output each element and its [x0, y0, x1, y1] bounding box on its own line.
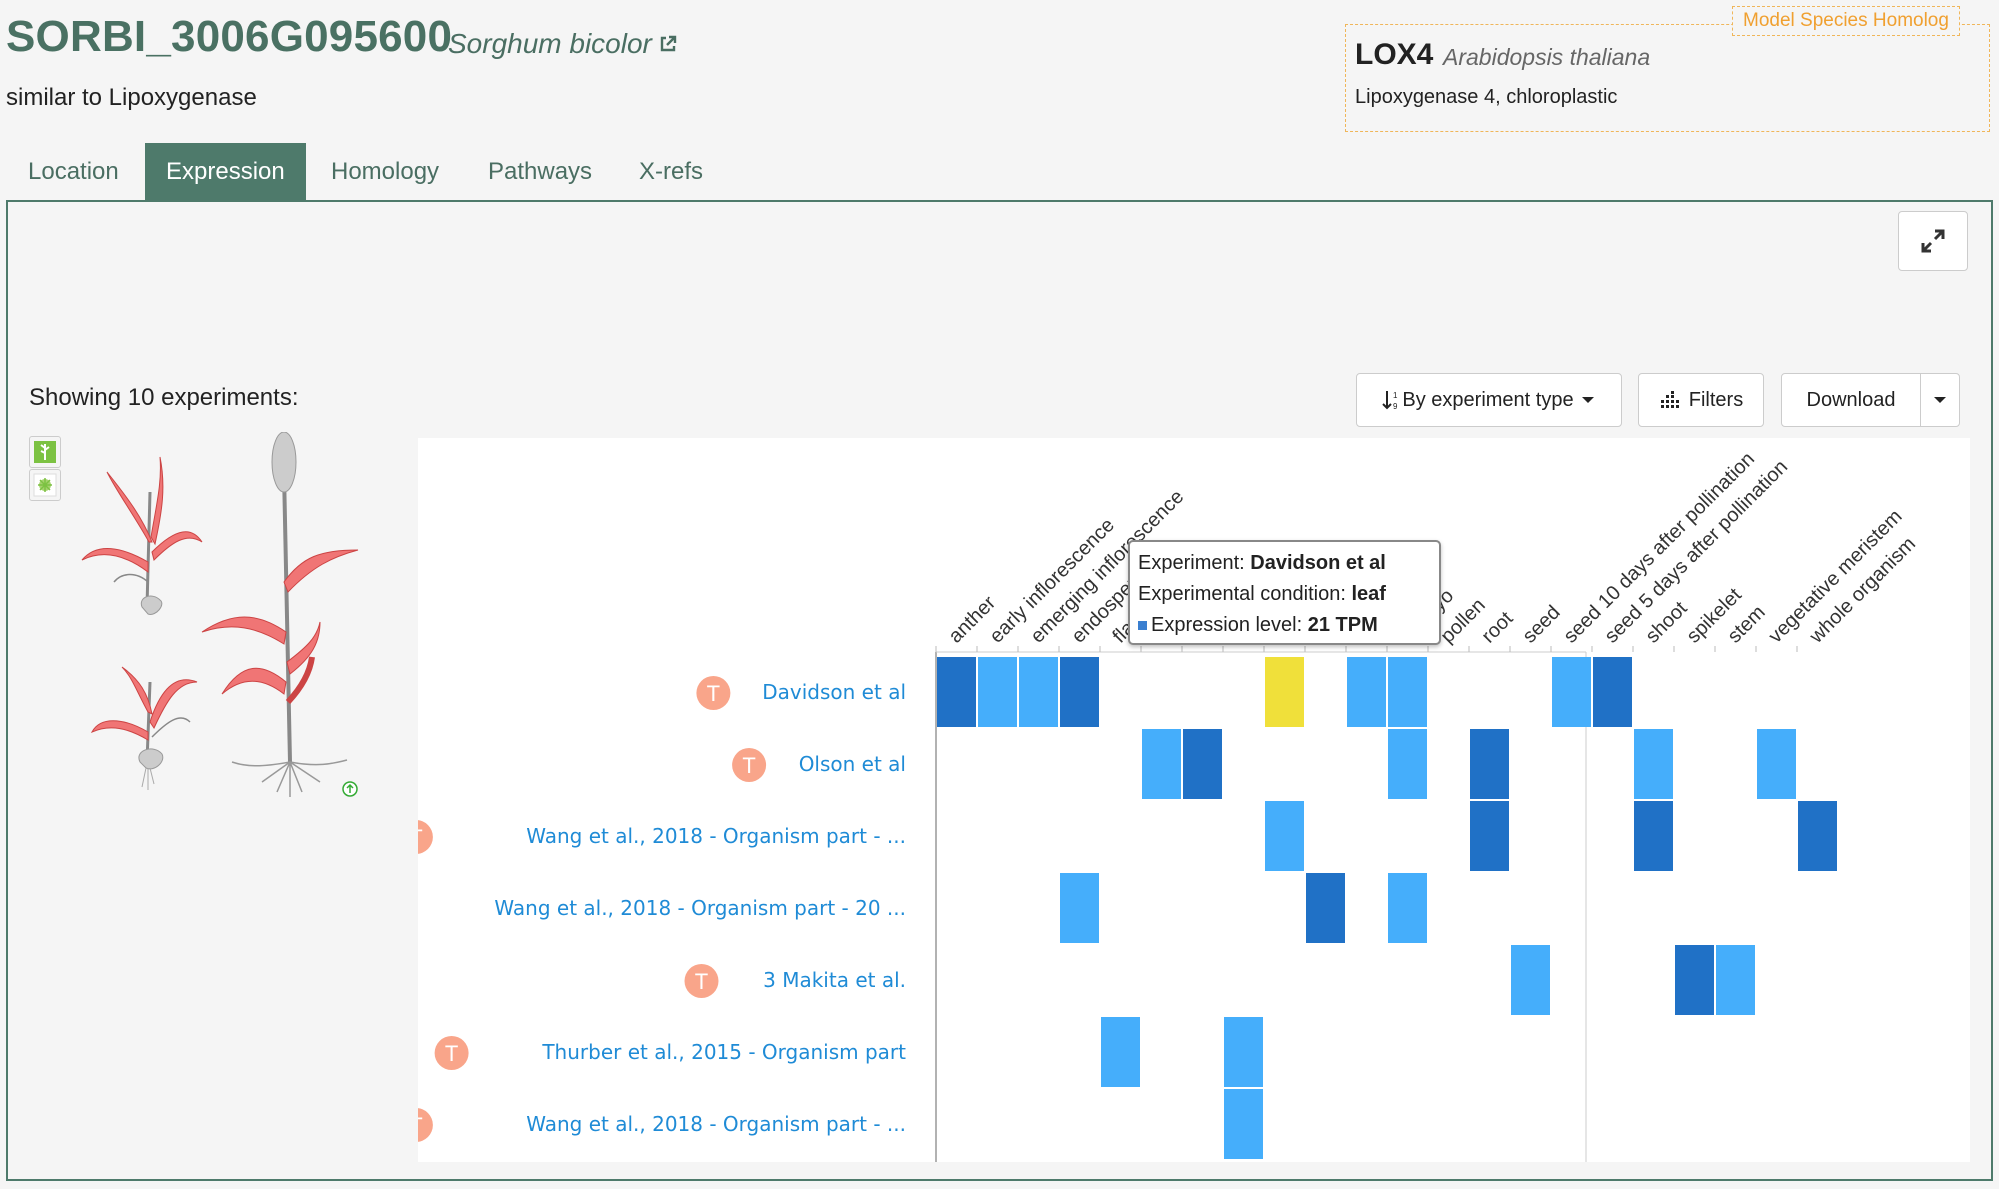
showing-count: Showing 10 experiments:: [29, 384, 299, 411]
experiment-badge-letter: T: [707, 681, 720, 706]
heatmap-cell[interactable]: [1470, 801, 1509, 871]
heatmap-cell[interactable]: [1757, 729, 1796, 799]
external-link-icon: [660, 35, 677, 52]
filters-label: Filters: [1688, 388, 1744, 411]
tooltip-level-row: Expression level: 21 TPM: [1138, 610, 1431, 641]
filters-button[interactable]: Filters: [1638, 373, 1764, 427]
species-name: Sorghum bicolor: [448, 28, 652, 59]
heatmap-cell[interactable]: [1060, 873, 1099, 943]
tooltip-level-label: Expression level:: [1151, 614, 1308, 636]
expand-icon: [1921, 229, 1945, 253]
heatmap-cell[interactable]: [1593, 657, 1632, 727]
heatmap-cell[interactable]: [1019, 657, 1058, 727]
experiment-link[interactable]: Davidson et al: [762, 680, 906, 704]
experiment-link[interactable]: Wang et al., 2018 - Organism part - 20 .…: [494, 896, 906, 920]
caret-down-icon: [1934, 397, 1946, 403]
caret-down-icon: [1581, 397, 1594, 403]
experiment-link[interactable]: 3 Makita et al.: [763, 968, 906, 992]
homolog-tag: Model Species Homolog: [1732, 6, 1960, 36]
plant-anatomy-illustration[interactable]: [62, 432, 362, 802]
tooltip-experiment-row: Experiment: Davidson et al: [1138, 548, 1431, 579]
tab-expression[interactable]: Expression: [145, 143, 306, 201]
heatmap-cell[interactable]: [1224, 1017, 1263, 1087]
experiment-badge-letter: T: [695, 969, 708, 994]
heatmap-cell[interactable]: [1265, 801, 1304, 871]
heatmap-cell[interactable]: [1101, 1017, 1140, 1087]
tab-homology[interactable]: Homology: [310, 143, 460, 201]
download-menu-toggle[interactable]: [1920, 373, 1960, 427]
heatmap-cell[interactable]: [1265, 657, 1304, 727]
filter-icon: [1660, 391, 1679, 408]
svg-text:1: 1: [1393, 391, 1398, 400]
experiment-link[interactable]: Wang et al., 2018 - Organism part - ...: [526, 824, 906, 848]
anatomy-view-button[interactable]: [29, 436, 61, 468]
svg-text:9: 9: [1393, 402, 1398, 411]
tooltip-level-value: 21 TPM: [1307, 614, 1378, 636]
column-label: seed: [1518, 601, 1564, 647]
sort-dropdown-button[interactable]: 1 9 By experiment type: [1356, 373, 1622, 427]
tooltip-condition-label: Experimental condition:: [1138, 583, 1352, 605]
heatmap-cell[interactable]: [1347, 657, 1386, 727]
experiment-badge-letter: T: [418, 1113, 423, 1138]
plant-mature: [201, 432, 359, 797]
sort-icon: 1 9: [1382, 391, 1398, 411]
plant-seedling-bottom: [90, 666, 198, 790]
heatmap-cell[interactable]: [1388, 657, 1427, 727]
experiment-badge-letter: T: [742, 753, 755, 778]
heatmap-cell[interactable]: [1552, 657, 1591, 727]
heatmap-cell[interactable]: [1511, 945, 1550, 1015]
heatmap-cell[interactable]: [1798, 801, 1837, 871]
sort-label: By experiment type: [1402, 388, 1574, 411]
heatmap-cell[interactable]: [937, 657, 976, 727]
tooltip-condition-value: leaf: [1351, 583, 1386, 605]
experiment-link[interactable]: Olson et al: [799, 752, 906, 776]
experiment-badge-letter: T: [445, 1041, 458, 1066]
anatomy-icon: [34, 441, 56, 463]
tab-pathways[interactable]: Pathways: [467, 143, 613, 201]
tab-xrefs[interactable]: X-refs: [618, 143, 724, 201]
gene-description: similar to Lipoxygenase: [6, 84, 257, 111]
species-link[interactable]: Sorghum bicolor: [448, 28, 678, 60]
heatmap-cell[interactable]: [1060, 657, 1099, 727]
heatmap-cell[interactable]: [1224, 1089, 1263, 1159]
level-swatch-icon: [1138, 621, 1147, 631]
whole-plant-view-button[interactable]: [29, 469, 61, 501]
heatmap-cell[interactable]: [1675, 945, 1714, 1015]
heatmap-cell[interactable]: [1388, 729, 1427, 799]
tab-location[interactable]: Location: [7, 143, 140, 201]
experiment-link[interactable]: Wang et al., 2018 - Organism part - ...: [526, 1112, 906, 1136]
homolog-name: LOX4: [1355, 38, 1434, 71]
heatmap-cell[interactable]: [1388, 873, 1427, 943]
tooltip-experiment-label: Experiment:: [1138, 552, 1251, 574]
expand-button[interactable]: [1898, 211, 1968, 271]
experiment-badge-letter: T: [418, 825, 423, 850]
heatmap-cell[interactable]: [1470, 729, 1509, 799]
heatmap-cell[interactable]: [1716, 945, 1755, 1015]
experiment-link[interactable]: Thurber et al., 2015 - Organism part: [541, 1040, 906, 1064]
heatmap-cell[interactable]: [978, 657, 1017, 727]
heatmap-cell[interactable]: [1306, 873, 1345, 943]
heatmap-cell[interactable]: [1634, 729, 1673, 799]
plant-icon: [33, 473, 57, 497]
download-label: Download: [1806, 388, 1896, 411]
tooltip-condition-row: Experimental condition: leaf: [1138, 579, 1431, 610]
gene-id-title: SORBI_3006G095600: [6, 12, 453, 61]
tooltip-experiment-value: Davidson et al: [1250, 552, 1386, 574]
plant-seedling-top: [81, 456, 203, 615]
info-icon[interactable]: [342, 781, 358, 797]
homolog-species: Arabidopsis thaliana: [1443, 44, 1651, 70]
download-button[interactable]: Download: [1781, 373, 1921, 427]
heatmap-tooltip: Experiment: Davidson et al Experimental …: [1128, 540, 1441, 645]
heatmap-cell[interactable]: [1142, 729, 1181, 799]
homolog-box[interactable]: [1345, 24, 1990, 132]
heatmap-cell[interactable]: [1634, 801, 1673, 871]
heatmap-cell[interactable]: [1183, 729, 1222, 799]
homolog-description: Lipoxygenase 4, chloroplastic: [1355, 86, 1618, 108]
